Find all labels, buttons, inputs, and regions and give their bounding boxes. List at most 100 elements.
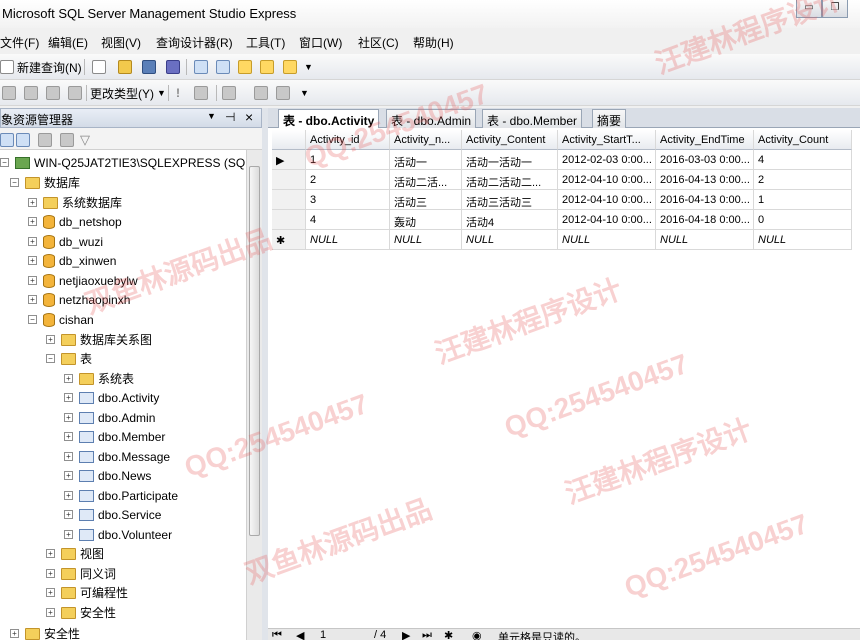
new-query-button[interactable]: 新建查询(N) bbox=[0, 58, 82, 76]
verify-sql-button[interactable] bbox=[194, 84, 208, 102]
tab-dbo-admin[interactable]: 表 - dbo.Admin bbox=[386, 109, 477, 128]
menu-help[interactable]: 帮助(H) bbox=[413, 34, 454, 51]
tree-node-netjiaoxuebylw[interactable]: + netjiaoxuebylw bbox=[28, 271, 138, 290]
next-record-icon[interactable]: ▶ bbox=[402, 629, 410, 640]
grid-cell[interactable]: 活动二活... bbox=[390, 170, 462, 190]
tree-node-table-volunteer[interactable]: + dbo.Volunteer bbox=[64, 525, 172, 544]
menu-edit[interactable]: 编辑(E) bbox=[48, 34, 88, 51]
expand-icon[interactable]: + bbox=[28, 217, 37, 226]
results-pane-button[interactable] bbox=[68, 84, 82, 102]
grid-cell[interactable]: 2 bbox=[306, 170, 390, 190]
tree-node-table-news[interactable]: + dbo.News bbox=[64, 466, 151, 485]
collapse-icon[interactable]: − bbox=[10, 178, 19, 187]
column-header[interactable]: Activity_EndTime bbox=[656, 130, 754, 150]
tree-node-db-wuzi[interactable]: + db_wuzi bbox=[28, 232, 103, 251]
row-selector[interactable]: ✱ bbox=[272, 230, 306, 250]
tree-node-db-netshop[interactable]: + db_netshop bbox=[28, 212, 122, 231]
grid-cell[interactable]: 4 bbox=[754, 150, 852, 170]
tree-node-table-participate[interactable]: + dbo.Participate bbox=[64, 486, 178, 505]
tree-node-tables[interactable]: − 表 bbox=[46, 349, 92, 368]
grid-cell[interactable]: NULL bbox=[558, 230, 656, 250]
stop-button[interactable] bbox=[38, 131, 52, 149]
expand-icon[interactable]: + bbox=[64, 471, 73, 480]
expand-icon[interactable]: + bbox=[64, 393, 73, 402]
menu-query-designer[interactable]: 查询设计器(R) bbox=[156, 34, 233, 51]
tree-node-cishan[interactable]: − cishan bbox=[28, 310, 94, 329]
toolbox-button[interactable] bbox=[283, 58, 297, 76]
object-explorer-button[interactable] bbox=[216, 58, 230, 76]
add-table-button[interactable] bbox=[254, 84, 268, 102]
collapse-icon[interactable]: − bbox=[0, 158, 9, 167]
pin-icon[interactable]: ⊣ bbox=[225, 110, 235, 124]
expand-icon[interactable]: + bbox=[28, 198, 37, 207]
row-selector[interactable]: ▶ bbox=[272, 150, 306, 170]
grid-cell[interactable]: NULL bbox=[306, 230, 390, 250]
tree-node-synonyms[interactable]: + 同义词 bbox=[46, 564, 116, 583]
new-record-icon[interactable]: ✱ bbox=[444, 629, 453, 640]
template-explorer-button[interactable] bbox=[238, 58, 252, 76]
grid-cell[interactable]: 2012-04-10 0:00... bbox=[558, 210, 656, 230]
restore-button[interactable]: ❐ bbox=[822, 0, 848, 18]
criteria-pane-button[interactable] bbox=[46, 84, 60, 102]
grid-cell[interactable]: 活动二活动二... bbox=[462, 170, 558, 190]
diagram-pane-button[interactable] bbox=[24, 84, 38, 102]
expand-icon[interactable]: + bbox=[28, 295, 37, 304]
tab-summary[interactable]: 摘要 bbox=[592, 109, 627, 128]
tree-node-database-diagrams[interactable]: + 数据库关系图 bbox=[46, 330, 152, 349]
column-header[interactable]: Activity_Count bbox=[754, 130, 852, 150]
scrollbar-thumb[interactable] bbox=[249, 166, 260, 536]
open-button[interactable] bbox=[118, 58, 132, 76]
grid-cell[interactable]: 活动一活动一 bbox=[462, 150, 558, 170]
new-file-button[interactable] bbox=[92, 58, 106, 76]
properties-button[interactable] bbox=[260, 58, 274, 76]
disconnect-button[interactable] bbox=[16, 131, 30, 149]
tree-node-databases[interactable]: − 数据库 bbox=[10, 173, 80, 192]
expand-icon[interactable]: + bbox=[28, 256, 37, 265]
close-icon[interactable]: × bbox=[245, 109, 253, 125]
row-selector[interactable] bbox=[272, 210, 306, 230]
menu-file[interactable]: 文件(F) bbox=[0, 34, 39, 51]
expand-icon[interactable]: + bbox=[64, 530, 73, 539]
add-derived-table-button[interactable] bbox=[276, 84, 290, 102]
expand-icon[interactable]: + bbox=[46, 569, 55, 578]
registered-servers-button[interactable] bbox=[194, 58, 208, 76]
tree-node-db-xinwen[interactable]: + db_xinwen bbox=[28, 251, 116, 270]
tree-node-table-admin[interactable]: + dbo.Admin bbox=[64, 408, 155, 427]
save-button[interactable] bbox=[142, 58, 156, 76]
tree-node-table-activity[interactable]: + dbo.Activity bbox=[64, 388, 159, 407]
expand-icon[interactable]: + bbox=[10, 629, 19, 638]
execute-sql-button[interactable]: ! bbox=[176, 84, 180, 102]
object-explorer-scrollbar[interactable] bbox=[246, 150, 262, 640]
expand-icon[interactable]: + bbox=[46, 588, 55, 597]
last-record-icon[interactable]: ⏭ bbox=[422, 629, 432, 640]
menu-window[interactable]: 窗口(W) bbox=[299, 34, 342, 51]
grid-cell[interactable]: 2012-04-10 0:00... bbox=[558, 190, 656, 210]
grid-cell[interactable]: NULL bbox=[656, 230, 754, 250]
save-all-button[interactable] bbox=[166, 58, 180, 76]
expand-icon[interactable]: + bbox=[64, 452, 73, 461]
grid-cell[interactable]: 1 bbox=[306, 150, 390, 170]
collapse-icon[interactable]: − bbox=[46, 354, 55, 363]
grid-cell[interactable]: 2 bbox=[754, 170, 852, 190]
expand-icon[interactable]: + bbox=[64, 510, 73, 519]
grid-cell[interactable]: NULL bbox=[390, 230, 462, 250]
tree-node-netzhaopinxh[interactable]: + netzhaopinxh bbox=[28, 290, 130, 309]
grid-cell[interactable]: 3 bbox=[306, 190, 390, 210]
tab-dbo-member[interactable]: 表 - dbo.Member bbox=[482, 109, 583, 128]
collapse-icon[interactable]: − bbox=[28, 315, 37, 324]
toolbar-overflow-button[interactable]: ▼ bbox=[300, 84, 309, 102]
column-header[interactable]: Activity_id bbox=[306, 130, 390, 150]
expand-icon[interactable]: + bbox=[64, 374, 73, 383]
sql-pane-button[interactable] bbox=[2, 84, 16, 102]
tree-node-table-member[interactable]: + dbo.Member bbox=[64, 427, 165, 446]
grid-cell[interactable]: 活动三活动三 bbox=[462, 190, 558, 210]
expand-icon[interactable]: + bbox=[64, 491, 73, 500]
row-selector[interactable] bbox=[272, 170, 306, 190]
tree-node-system-databases[interactable]: + 系统数据库 bbox=[28, 193, 122, 212]
tree-node-security-db[interactable]: + 安全性 bbox=[46, 603, 116, 622]
change-type-button[interactable]: 更改类型(Y) ▼ bbox=[90, 84, 166, 102]
toolbar-overflow-button[interactable]: ▼ bbox=[304, 58, 313, 76]
tree-node-table-message[interactable]: + dbo.Message bbox=[64, 447, 170, 466]
stop-icon[interactable]: ◉ bbox=[472, 629, 482, 640]
grid-corner[interactable] bbox=[272, 130, 306, 150]
